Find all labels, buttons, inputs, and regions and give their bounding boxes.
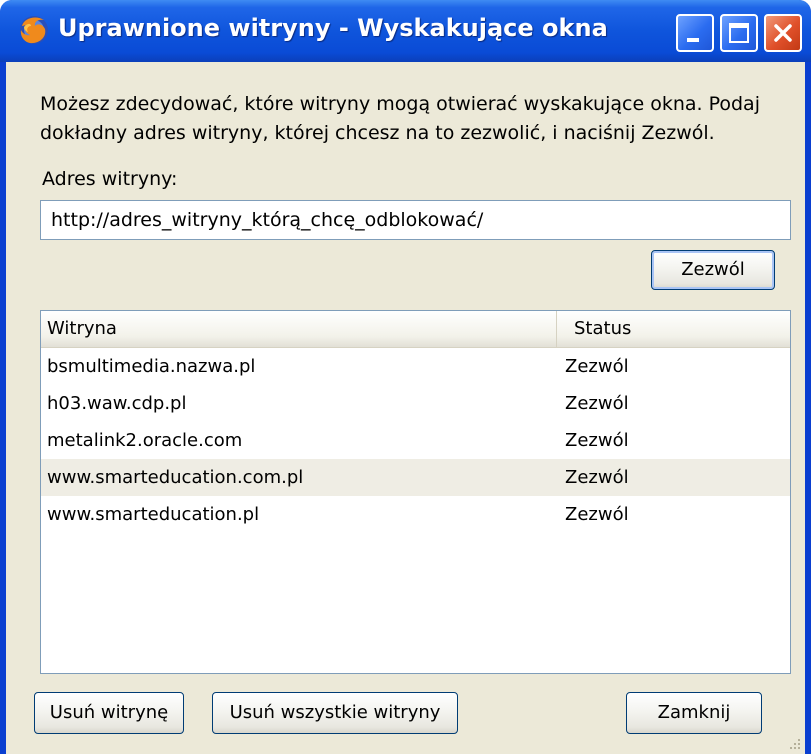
- address-input[interactable]: [40, 200, 791, 240]
- sites-list[interactable]: Witryna Status bsmultimedia.nazwa.pl Zez…: [40, 310, 791, 674]
- allow-button[interactable]: Zezwól: [651, 250, 775, 290]
- maximize-icon: [729, 23, 749, 43]
- title-bar[interactable]: Uprawnione witryny - Wyskakujące okna: [0, 0, 811, 62]
- column-header-status[interactable]: Status: [558, 311, 790, 347]
- minimize-button[interactable]: [676, 14, 714, 52]
- status-cell: Zezwól: [565, 504, 629, 525]
- status-cell: Zezwól: [565, 467, 629, 488]
- remove-site-button[interactable]: Usuń witrynę: [34, 692, 184, 734]
- firefox-icon: [20, 16, 48, 44]
- address-label: Adres witryny:: [42, 168, 178, 190]
- column-header-site[interactable]: Witryna: [41, 311, 557, 347]
- list-header: Witryna Status: [41, 311, 790, 348]
- list-item-selected[interactable]: www.smarteducation.com.pl Zezwól: [41, 459, 790, 496]
- status-cell: Zezwól: [565, 430, 629, 451]
- minimize-icon: [687, 38, 699, 42]
- maximize-button[interactable]: [720, 14, 758, 52]
- description-text: Możesz zdecydować, które witryny mogą ot…: [40, 93, 760, 144]
- resize-grip-icon[interactable]: [787, 736, 801, 750]
- dialog-body: Możesz zdecydować, które witryny mogą ot…: [6, 62, 805, 754]
- close-window-button[interactable]: [764, 14, 802, 52]
- remove-all-sites-button[interactable]: Usuń wszystkie witryny: [212, 692, 458, 734]
- list-item[interactable]: bsmultimedia.nazwa.pl Zezwól: [41, 348, 790, 385]
- status-cell: Zezwól: [565, 356, 629, 377]
- site-cell: metalink2.oracle.com: [47, 430, 243, 451]
- site-cell: bsmultimedia.nazwa.pl: [47, 356, 256, 377]
- permissions-dialog: Uprawnione witryny - Wyskakujące okna Mo…: [0, 0, 811, 754]
- status-cell: Zezwól: [565, 393, 629, 414]
- site-cell: www.smarteducation.pl: [47, 504, 260, 525]
- window-title: Uprawnione witryny - Wyskakujące okna: [58, 14, 608, 42]
- close-button[interactable]: Zamknij: [626, 692, 762, 734]
- list-rows: bsmultimedia.nazwa.pl Zezwól h03.waw.cdp…: [41, 348, 790, 533]
- site-cell: h03.waw.cdp.pl: [47, 393, 187, 414]
- close-icon: [774, 24, 792, 42]
- list-item[interactable]: metalink2.oracle.com Zezwól: [41, 422, 790, 459]
- list-item[interactable]: www.smarteducation.pl Zezwól: [41, 496, 790, 533]
- site-cell: www.smarteducation.com.pl: [47, 467, 304, 488]
- list-item[interactable]: h03.waw.cdp.pl Zezwól: [41, 385, 790, 422]
